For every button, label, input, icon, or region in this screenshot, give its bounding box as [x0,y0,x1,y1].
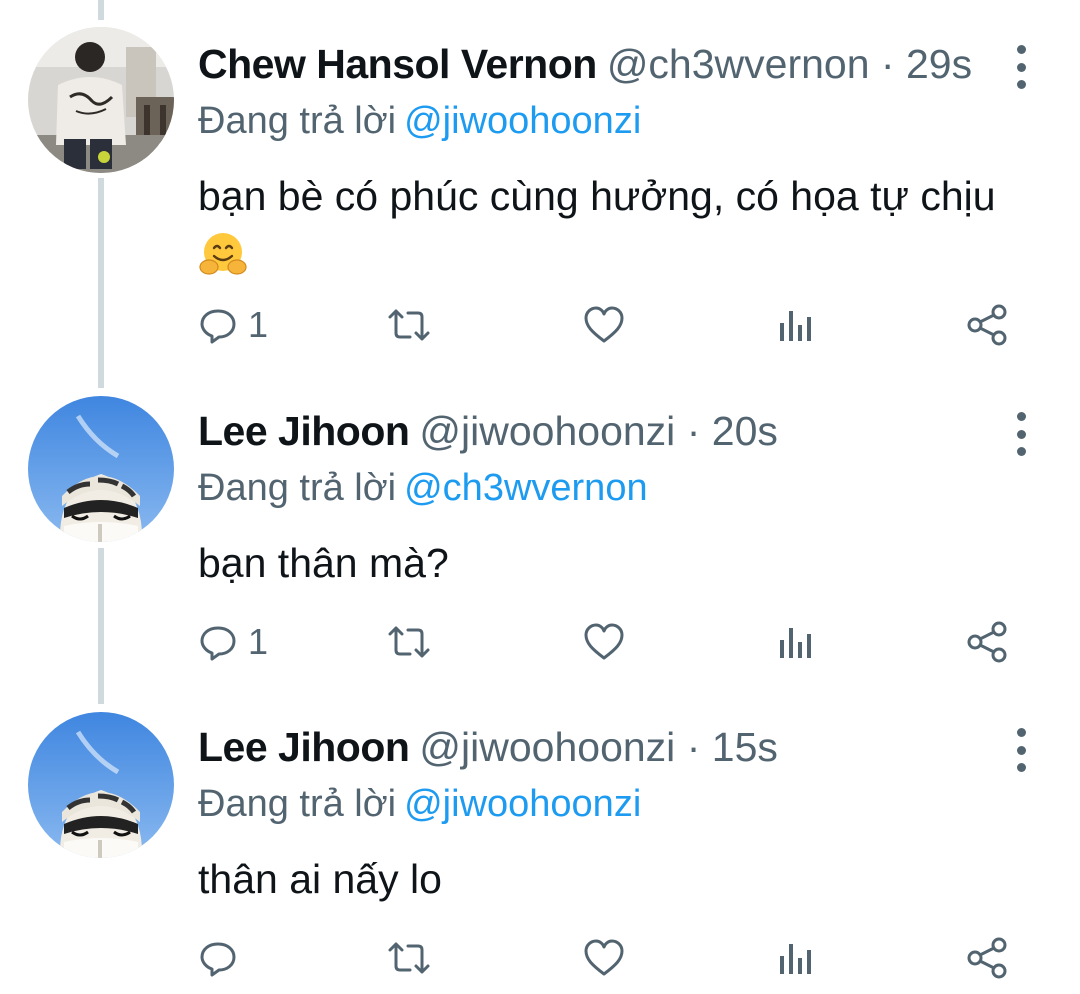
share-button[interactable] [966,295,1010,355]
views-icon [780,628,811,658]
reply-icon [200,309,236,344]
tweet[interactable]: Lee Jihoon @jiwoohoonzi · 20s Đang trả lờ… [0,396,1080,692]
reply-icon [200,626,236,661]
tweet-body: bạn bè có phúc cùng hưởng, có họa tự chị… [198,173,996,219]
avatar[interactable] [28,27,174,173]
user-handle[interactable]: @jiwoohoonzi [419,724,675,770]
tweet-text: bạn thân mà? [198,534,1028,592]
reply-context: Đang trả lời @jiwoohoonzi [198,95,641,147]
tweet[interactable]: Lee Jihoon @jiwoohoonzi · 15s Đang trả lờ… [0,712,1080,994]
reply-button[interactable]: 1 [198,295,268,355]
tweet-text: thân ai nấy lo [198,850,1028,908]
tweet-actions: 1 [198,295,1028,355]
reply-icon [200,942,236,977]
avatar[interactable] [28,396,174,542]
display-name[interactable]: Chew Hansol Vernon [198,41,597,87]
hugging-face-emoji [199,233,247,275]
avatar[interactable] [28,712,174,858]
views-button[interactable] [776,295,816,355]
replying-to-label: Đang trả lời [198,100,397,142]
heart-icon [584,623,624,660]
more-options-icon[interactable] [1000,43,1042,91]
tweet-body: thân ai nấy lo [198,856,442,902]
reply-to-handle[interactable]: @jiwoohoonzi [404,783,641,825]
reply-count: 1 [248,304,269,345]
share-button[interactable] [966,928,1010,988]
avatar-photo [28,712,174,858]
share-button[interactable] [966,612,1010,672]
tweet-header: Lee Jihoon @jiwoohoonzi · 20s [198,402,980,460]
heart-icon [584,939,624,976]
tweet-body: bạn thân mà? [198,540,449,586]
user-handle[interactable]: @ch3wvernon [607,41,870,87]
separator-dot: · [880,41,895,87]
reply-to-handle[interactable]: @jiwoohoonzi [404,100,641,142]
tweet-text: bạn bè có phúc cùng hưởng, có họa tự chị… [198,167,1028,279]
tweet-header: Lee Jihoon @jiwoohoonzi · 15s [198,718,980,776]
separator-dot: · [686,724,701,770]
share-icon [967,937,1007,979]
display-name[interactable]: Lee Jihoon [198,724,410,770]
like-button[interactable] [582,928,626,988]
tweet-actions [198,928,1028,988]
separator-dot: · [686,408,701,454]
reply-count: 1 [248,621,269,662]
tweet[interactable]: Chew Hansol Vernon @ch3wvernon · 29s Đang… [0,27,1080,355]
like-button[interactable] [582,612,626,672]
timestamp[interactable]: 29s [906,41,972,87]
tweet-header: Chew Hansol Vernon @ch3wvernon · 29s [198,35,980,93]
user-handle[interactable]: @jiwoohoonzi [419,408,675,454]
like-button[interactable] [582,295,626,355]
views-icon [780,311,811,341]
reply-context: Đang trả lời @ch3wvernon [198,462,648,514]
display-name[interactable]: Lee Jihoon [198,408,410,454]
retweet-button[interactable] [386,612,432,672]
retweet-button[interactable] [386,928,432,988]
heart-icon [584,306,624,343]
views-button[interactable] [776,612,816,672]
reply-context: Đang trả lời @jiwoohoonzi [198,778,641,830]
more-options-icon[interactable] [1000,410,1042,458]
tweet-actions: 1 [198,612,1028,672]
retweet-button[interactable] [386,295,432,355]
replying-to-label: Đang trả lời [198,467,397,509]
avatar-photo [28,27,174,173]
views-button[interactable] [776,928,816,988]
retweet-icon [388,309,430,341]
retweet-icon [388,626,430,658]
timestamp[interactable]: 20s [712,408,778,454]
retweet-icon [388,942,430,974]
reply-button[interactable] [198,928,248,988]
share-icon [967,621,1007,663]
thread-line [98,0,104,20]
replying-to-label: Đang trả lời [198,783,397,825]
timestamp[interactable]: 15s [712,724,778,770]
avatar-photo [28,396,174,542]
reply-to-handle[interactable]: @ch3wvernon [404,467,647,509]
more-options-icon[interactable] [1000,726,1042,774]
share-icon [967,304,1007,346]
reply-button[interactable]: 1 [198,612,268,672]
views-icon [780,944,811,974]
